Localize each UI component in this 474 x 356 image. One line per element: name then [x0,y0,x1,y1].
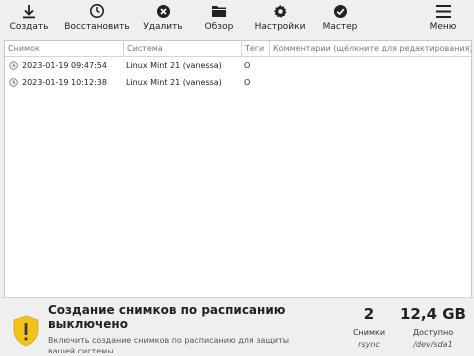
snapshot-tags: O [244,78,251,87]
delete-button[interactable]: Удалить [141,3,185,35]
snapshots-stat: 2 Снимки rsync [346,304,392,349]
snapshot-system: Linux Mint 21 (vanessa) [126,78,222,87]
column-header-system[interactable]: Система [124,41,242,56]
delete-icon [156,3,171,19]
table-row[interactable]: 2023-01-19 10:12:38 Linux Mint 21 (vanes… [5,74,471,91]
snapshot-icon [9,61,18,70]
delete-label: Удалить [143,22,183,32]
wizard-label: Мастер [322,22,358,32]
create-button[interactable]: Создать [6,3,52,35]
restore-icon [89,3,105,19]
snapshots-mode: rsync [358,340,380,349]
free-space-stat: 12,4 GB Доступно /dev/sda1 [396,304,470,349]
status-panel: Создание снимков по расписанию выключено… [0,297,474,356]
menu-button[interactable]: Меню [428,3,458,35]
column-header-comments[interactable]: Комментарии (щёлкните для редактирования… [270,41,471,56]
settings-button[interactable]: Настройки [255,3,305,35]
free-space-value: 12,4 GB [400,305,466,323]
warning-shield-icon [13,315,39,347]
folder-icon [211,3,227,19]
snapshot-date: 2023-01-19 09:47:54 [22,61,107,70]
settings-label: Настройки [254,22,306,32]
table-header: Снимок Система Теги Комментарии (щёлкнит… [5,41,471,57]
snapshots-label: Снимки [352,328,386,337]
snapshot-system: Linux Mint 21 (vanessa) [126,61,222,70]
schedule-status-subtitle[interactable]: Включить создание снимков по расписанию … [48,335,318,353]
column-header-tags[interactable]: Теги [242,41,270,56]
schedule-status-title: Создание снимков по расписанию выключено [48,303,286,331]
wizard-button[interactable]: Мастер [322,3,358,35]
snapshot-icon [9,78,18,87]
checkmark-circle-icon [333,3,348,19]
snapshots-count: 2 [363,305,375,323]
device-path: /dev/sda1 [413,340,453,349]
free-space-label: Доступно [412,328,454,337]
gear-icon [273,3,288,19]
column-header-snapshot[interactable]: Снимок [5,41,124,56]
restore-label: Восстановить [64,22,130,32]
table-row[interactable]: 2023-01-19 09:47:54 Linux Mint 21 (vanes… [5,57,471,74]
snapshot-date: 2023-01-19 10:12:38 [22,78,107,87]
download-icon [22,3,36,19]
browse-button[interactable]: Обзор [200,3,238,35]
snapshot-tags: O [244,61,251,70]
menu-label: Меню [429,22,457,32]
create-label: Создать [9,22,49,32]
browse-label: Обзор [204,22,234,32]
toolbar: Создать Восстановить Удалить Обзор Настр… [0,0,474,38]
restore-button[interactable]: Восстановить [64,3,130,35]
snapshot-table[interactable]: Снимок Система Теги Комментарии (щёлкнит… [4,40,472,298]
hamburger-menu-icon [435,3,451,19]
